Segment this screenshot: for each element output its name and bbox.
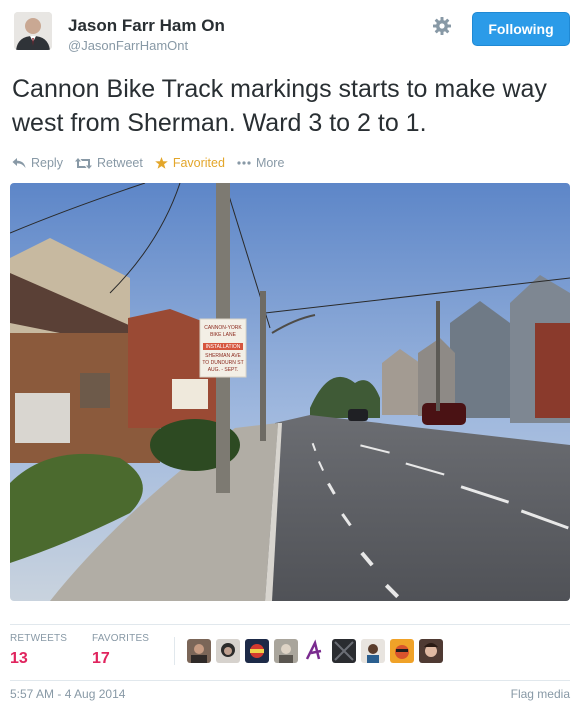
retweets-count: 13 xyxy=(10,650,28,667)
reply-button[interactable]: Reply xyxy=(12,156,63,170)
tweet-timestamp[interactable]: 5:57 AM - 4 Aug 2014 xyxy=(10,687,125,701)
sign-line-4: SHERMAN AVE xyxy=(205,353,241,359)
retweet-button[interactable]: Retweet xyxy=(74,156,143,170)
more-label: More xyxy=(255,156,285,170)
tweet-footer: 5:57 AM - 4 Aug 2014 Flag media xyxy=(10,680,570,701)
retweets-label: RETWEETS xyxy=(10,633,68,644)
favorite-label: Favorited xyxy=(172,156,225,170)
tweet-actions: Reply Retweet Favorited More xyxy=(12,154,296,172)
following-button[interactable]: Following xyxy=(472,12,570,46)
reply-label: Reply xyxy=(31,156,63,170)
more-icon xyxy=(237,161,251,165)
gear-icon[interactable] xyxy=(432,16,452,36)
sign-line-3: INSTALLATION xyxy=(206,344,241,350)
favoriters-avatars xyxy=(174,637,448,665)
tweet-header: Jason Farr Ham On @JasonFarrHamOnt Follo… xyxy=(14,12,570,60)
sign-line-2: BIKE LANE xyxy=(210,332,237,338)
avatar[interactable] xyxy=(216,639,240,663)
avatar[interactable] xyxy=(419,639,443,663)
avatar[interactable] xyxy=(187,639,211,663)
bike-lane-sign: CANNON-YORK BIKE LANE INSTALLATION SHERM… xyxy=(199,318,247,378)
sign-line-1: CANNON-YORK xyxy=(204,325,242,331)
avatar[interactable] xyxy=(274,639,298,663)
tweet-stats: RETWEETS 13 FAVORITES 17 xyxy=(10,624,570,670)
favorites-stat[interactable]: FAVORITES 17 xyxy=(92,633,149,668)
tweet-photo[interactable]: CANNON-YORK BIKE LANE INSTALLATION SHERM… xyxy=(10,183,570,601)
avatar[interactable] xyxy=(332,639,356,663)
more-button[interactable]: More xyxy=(237,156,284,170)
avatar[interactable] xyxy=(245,639,269,663)
user-name[interactable]: Jason Farr Ham On xyxy=(68,16,225,36)
favorite-button[interactable]: Favorited xyxy=(155,156,225,170)
tweet-text: Cannon Bike Track markings starts to mak… xyxy=(12,75,547,137)
sign-line-5: TO DUNDURN ST xyxy=(202,360,243,366)
retweets-stat[interactable]: RETWEETS 13 xyxy=(10,633,67,668)
avatar[interactable] xyxy=(361,639,385,663)
avatar[interactable] xyxy=(390,639,414,663)
reply-icon xyxy=(12,158,26,168)
favorites-label: FAVORITES xyxy=(92,633,150,644)
retweet-label: Retweet xyxy=(96,156,143,170)
retweet-icon xyxy=(74,157,92,169)
avatar[interactable] xyxy=(303,639,327,663)
user-handle[interactable]: @JasonFarrHamOnt xyxy=(68,38,188,53)
sign-line-6: AUG. - SEPT. xyxy=(208,367,239,373)
favorites-count: 17 xyxy=(92,650,110,667)
flag-media-link[interactable]: Flag media xyxy=(511,687,570,701)
user-avatar[interactable] xyxy=(14,12,52,50)
star-icon xyxy=(155,157,168,169)
